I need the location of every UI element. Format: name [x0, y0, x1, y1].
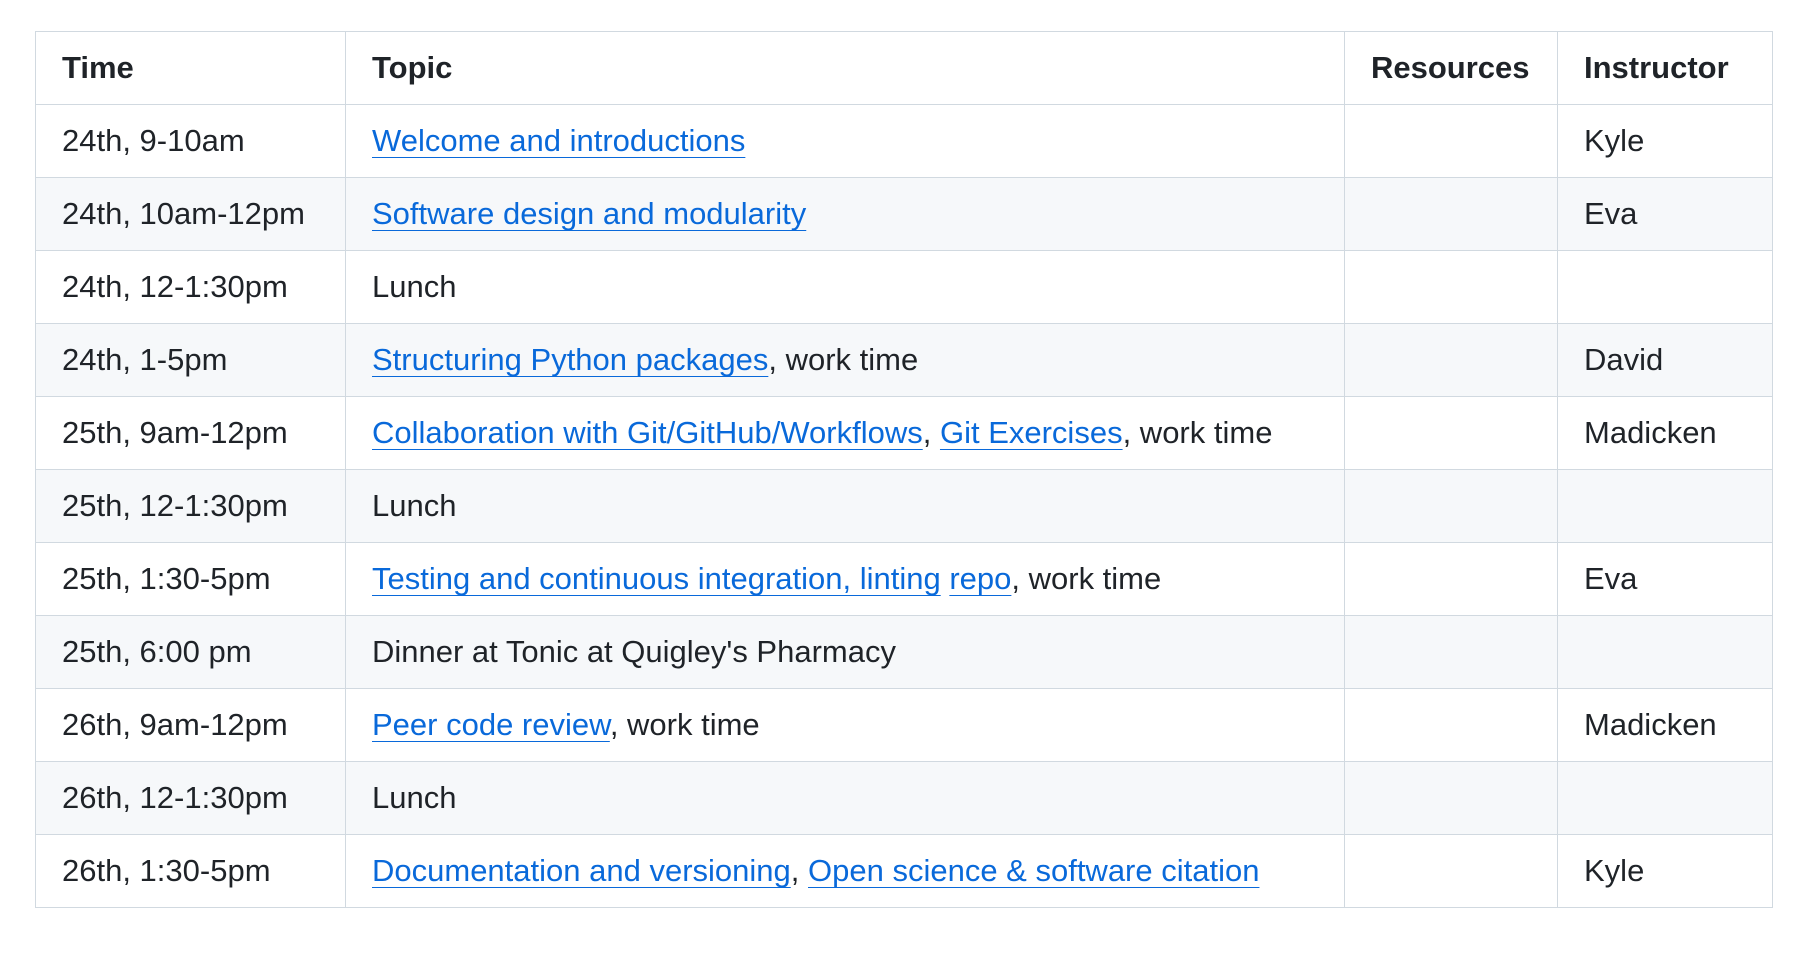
topic-text: , work time: [1011, 561, 1162, 596]
header-instructor: Instructor: [1557, 31, 1773, 105]
topic-cell: Welcome and introductions: [345, 104, 1345, 178]
topic-link[interactable]: Peer code review: [372, 707, 610, 742]
table-row: 25th, 1:30-5pm Testing and continuous int…: [35, 542, 1773, 616]
topic-cell: Collaboration with Git/GitHub/Workflows,…: [345, 396, 1345, 470]
topic-link[interactable]: Welcome and introductions: [372, 123, 745, 158]
table-row: 25th, 12-1:30pm Lunch: [35, 469, 1773, 543]
topic-text: , work time: [1122, 415, 1273, 450]
header-resources: Resources: [1344, 31, 1558, 105]
topic-text: Lunch: [372, 780, 457, 815]
topic-cell: Testing and continuous integration, lint…: [345, 542, 1345, 616]
time-cell: 24th, 12-1:30pm: [35, 250, 346, 324]
resources-cell: [1344, 323, 1558, 397]
topic-text: ,: [922, 415, 940, 450]
table-row: 26th, 9am-12pm Peer code review, work tim…: [35, 688, 1773, 762]
topic-text: , work time: [609, 707, 760, 742]
table-row: 24th, 10am-12pm Software design and modul…: [35, 177, 1773, 251]
resources-cell: [1344, 542, 1558, 616]
topic-cell: Peer code review, work time: [345, 688, 1345, 762]
topic-cell: Documentation and versioning, Open scien…: [345, 834, 1345, 908]
instructor-cell: Madicken: [1557, 688, 1773, 762]
time-cell: 25th, 12-1:30pm: [35, 469, 346, 543]
instructor-cell: David: [1557, 323, 1773, 397]
topic-link[interactable]: Structuring Python packages: [372, 342, 768, 377]
time-cell: 25th, 6:00 pm: [35, 615, 346, 689]
topic-cell: Lunch: [345, 761, 1345, 835]
resources-cell: [1344, 761, 1558, 835]
topic-link[interactable]: Open science & software citation: [808, 853, 1259, 888]
time-cell: 24th, 10am-12pm: [35, 177, 346, 251]
table-row: 26th, 12-1:30pm Lunch: [35, 761, 1773, 835]
time-cell: 25th, 1:30-5pm: [35, 542, 346, 616]
topic-cell: Lunch: [345, 250, 1345, 324]
instructor-cell: Madicken: [1557, 396, 1773, 470]
resources-cell: [1344, 396, 1558, 470]
table-row: 25th, 6:00 pm Dinner at Tonic at Quigley'…: [35, 615, 1773, 689]
page: Time Topic Resources Instructor 24th, 9-…: [0, 0, 1806, 954]
resources-cell: [1344, 834, 1558, 908]
header-topic: Topic: [345, 31, 1345, 105]
topic-text: Lunch: [372, 488, 457, 523]
time-cell: 24th, 1-5pm: [35, 323, 346, 397]
time-cell: 26th, 1:30-5pm: [35, 834, 346, 908]
resources-cell: [1344, 615, 1558, 689]
topic-text: ,: [790, 853, 808, 888]
instructor-cell: [1557, 469, 1773, 543]
resources-cell: [1344, 688, 1558, 762]
topic-text: Lunch: [372, 269, 457, 304]
topic-link[interactable]: repo: [949, 561, 1011, 596]
table-body: 24th, 9-10am Welcome and introductions Kyl…: [35, 104, 1773, 908]
time-cell: 26th, 9am-12pm: [35, 688, 346, 762]
instructor-cell: Eva: [1557, 177, 1773, 251]
topic-cell: Software design and modularity: [345, 177, 1345, 251]
table-row: 24th, 12-1:30pm Lunch: [35, 250, 1773, 324]
time-cell: 25th, 9am-12pm: [35, 396, 346, 470]
time-cell: 24th, 9-10am: [35, 104, 346, 178]
resources-cell: [1344, 177, 1558, 251]
topic-text: Dinner at Tonic at Quigley's Pharmacy: [372, 634, 896, 669]
resources-cell: [1344, 469, 1558, 543]
instructor-cell: [1557, 250, 1773, 324]
resources-cell: [1344, 250, 1558, 324]
time-cell: 26th, 12-1:30pm: [35, 761, 346, 835]
table-header: Time Topic Resources Instructor: [35, 31, 1773, 105]
topic-cell: Lunch: [345, 469, 1345, 543]
table-row: 24th, 9-10am Welcome and introductions Kyl…: [35, 104, 1773, 178]
instructor-cell: Kyle: [1557, 834, 1773, 908]
schedule-table: Time Topic Resources Instructor 24th, 9-…: [35, 31, 1773, 908]
topic-link[interactable]: Software design and modularity: [372, 196, 806, 231]
header-row: Time Topic Resources Instructor: [35, 31, 1773, 105]
instructor-cell: [1557, 761, 1773, 835]
instructor-cell: [1557, 615, 1773, 689]
resources-cell: [1344, 104, 1558, 178]
topic-cell: Structuring Python packages, work time: [345, 323, 1345, 397]
topic-link[interactable]: Collaboration with Git/GitHub/Workflows: [372, 415, 923, 450]
topic-link[interactable]: Git Exercises: [940, 415, 1123, 450]
table-row: 24th, 1-5pm Structuring Python packages, …: [35, 323, 1773, 397]
topic-text: , work time: [768, 342, 919, 377]
instructor-cell: Kyle: [1557, 104, 1773, 178]
topic-link[interactable]: Documentation and versioning: [372, 853, 791, 888]
table-row: 26th, 1:30-5pm Documentation and versioni…: [35, 834, 1773, 908]
instructor-cell: Eva: [1557, 542, 1773, 616]
table-row: 25th, 9am-12pm Collaboration with Git/Git…: [35, 396, 1773, 470]
topic-link[interactable]: Testing and continuous integration, lint…: [372, 561, 941, 596]
topic-cell: Dinner at Tonic at Quigley's Pharmacy: [345, 615, 1345, 689]
header-time: Time: [35, 31, 346, 105]
